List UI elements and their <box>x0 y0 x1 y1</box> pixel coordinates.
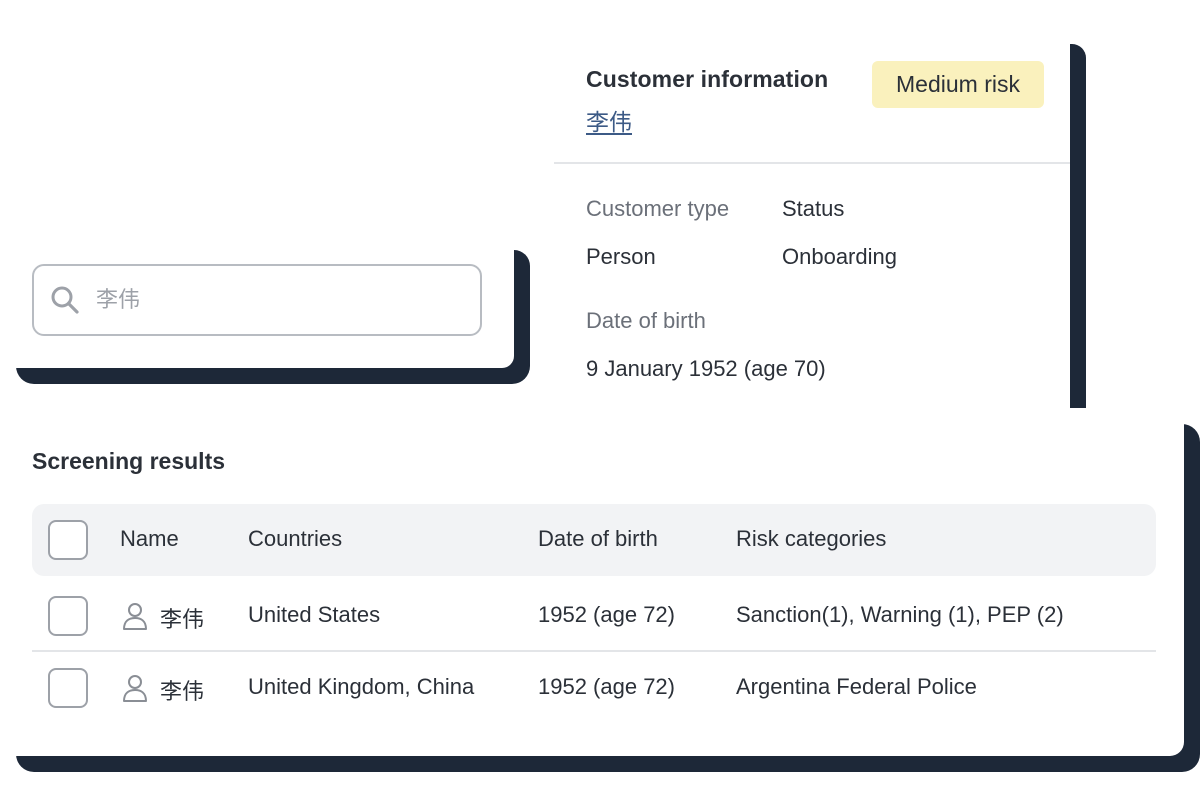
customer-name-link[interactable]: 李伟 <box>586 103 632 137</box>
column-header-name[interactable]: Name <box>120 526 179 552</box>
screening-results-panel: Screening results Name Countries Date of… <box>16 424 1184 756</box>
dob-label: Date of birth <box>586 308 706 333</box>
row-risk-categories: Sanction(1), Warning (1), PEP (2) <box>736 602 1064 627</box>
select-all-checkbox[interactable] <box>48 520 88 560</box>
row-checkbox[interactable] <box>48 596 88 636</box>
row-date-of-birth: 1952 (age 72) <box>538 674 675 699</box>
status-label: Status <box>782 196 845 221</box>
table-row[interactable]: 李伟 United Kingdom, China 1952 (age 72) A… <box>32 652 1156 724</box>
divider <box>554 162 1070 164</box>
row-date-of-birth: 1952 (age 72) <box>538 602 675 627</box>
row-countries: United States <box>248 602 381 627</box>
risk-badge: Medium risk <box>872 61 1044 108</box>
table-header-row: Name Countries Date of birth Risk catego… <box>32 504 1156 576</box>
search-input[interactable] <box>96 287 436 313</box>
search-box[interactable] <box>32 264 482 336</box>
column-header-countries[interactable]: Countries <box>248 526 342 552</box>
person-icon <box>122 602 148 630</box>
screening-results-card: Screening results Name Countries Date of… <box>16 424 1200 772</box>
customer-type-label: Customer type <box>586 196 730 221</box>
dob-value: 9 January 1952 (age 70) <box>586 356 826 381</box>
status-value: Onboarding <box>782 244 897 269</box>
screening-results-title: Screening results <box>32 448 226 474</box>
customer-type-value: Person <box>586 244 656 269</box>
row-checkbox[interactable] <box>48 668 88 708</box>
customer-information-card: Customer information 李伟 Medium risk Cust… <box>554 44 1086 408</box>
table-row[interactable]: 李伟 United States 1952 (age 72) Sanction(… <box>32 580 1156 652</box>
search-card <box>16 250 530 384</box>
row-risk-categories: Argentina Federal Police <box>736 674 977 699</box>
customer-info-title: Customer information <box>586 66 829 92</box>
column-header-date-of-birth[interactable]: Date of birth <box>538 526 658 552</box>
search-icon <box>50 285 80 315</box>
column-header-risk-categories[interactable]: Risk categories <box>736 526 886 552</box>
search-panel <box>16 250 514 368</box>
row-name: 李伟 <box>160 679 205 704</box>
customer-header: Customer information 李伟 <box>586 66 828 137</box>
person-icon <box>122 674 148 702</box>
customer-information-panel: Customer information 李伟 Medium risk Cust… <box>554 44 1070 408</box>
row-name: 李伟 <box>160 607 205 632</box>
row-countries: United Kingdom, China <box>248 674 475 699</box>
